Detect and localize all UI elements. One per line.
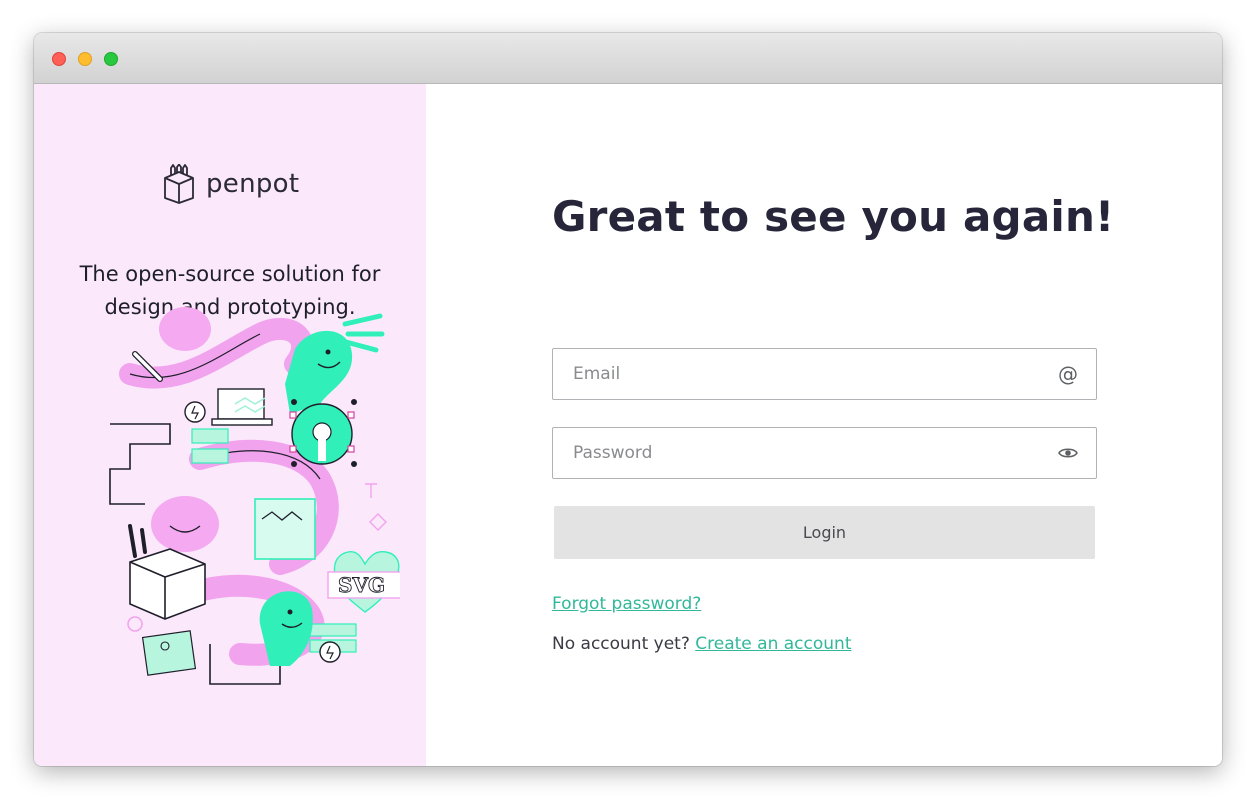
window-minimize-button[interactable]	[78, 52, 92, 66]
svg-text:SVG: SVG	[338, 573, 385, 597]
email-field[interactable]: @	[552, 348, 1097, 400]
browser-window: penpot The open-source solution for desi…	[34, 33, 1222, 766]
password-input[interactable]	[553, 428, 1053, 478]
login-button[interactable]: Login	[554, 506, 1095, 559]
promo-panel: penpot The open-source solution for desi…	[34, 84, 426, 766]
login-panel: Great to see you again! @ Login Forgot p…	[426, 84, 1222, 766]
brand-logo[interactable]: penpot	[162, 164, 299, 204]
window-maximize-button[interactable]	[104, 52, 118, 66]
email-input[interactable]	[553, 349, 1053, 399]
forgot-password-link[interactable]: Forgot password?	[552, 594, 701, 614]
penpot-logo-icon	[164, 164, 194, 204]
eye-icon[interactable]	[1056, 441, 1080, 465]
page-title: Great to see you again!	[552, 192, 1115, 241]
create-account-link[interactable]: Create an account	[695, 634, 851, 654]
at-icon: @	[1058, 362, 1078, 386]
window-titlebar	[34, 33, 1222, 84]
password-field[interactable]	[552, 427, 1097, 479]
window-close-button[interactable]	[52, 52, 66, 66]
brand-name: penpot	[206, 169, 300, 199]
no-account-text: No account yet?	[552, 634, 690, 654]
signup-row: No account yet? Create an account	[552, 634, 851, 654]
design-illustration: SVG	[109, 307, 400, 685]
